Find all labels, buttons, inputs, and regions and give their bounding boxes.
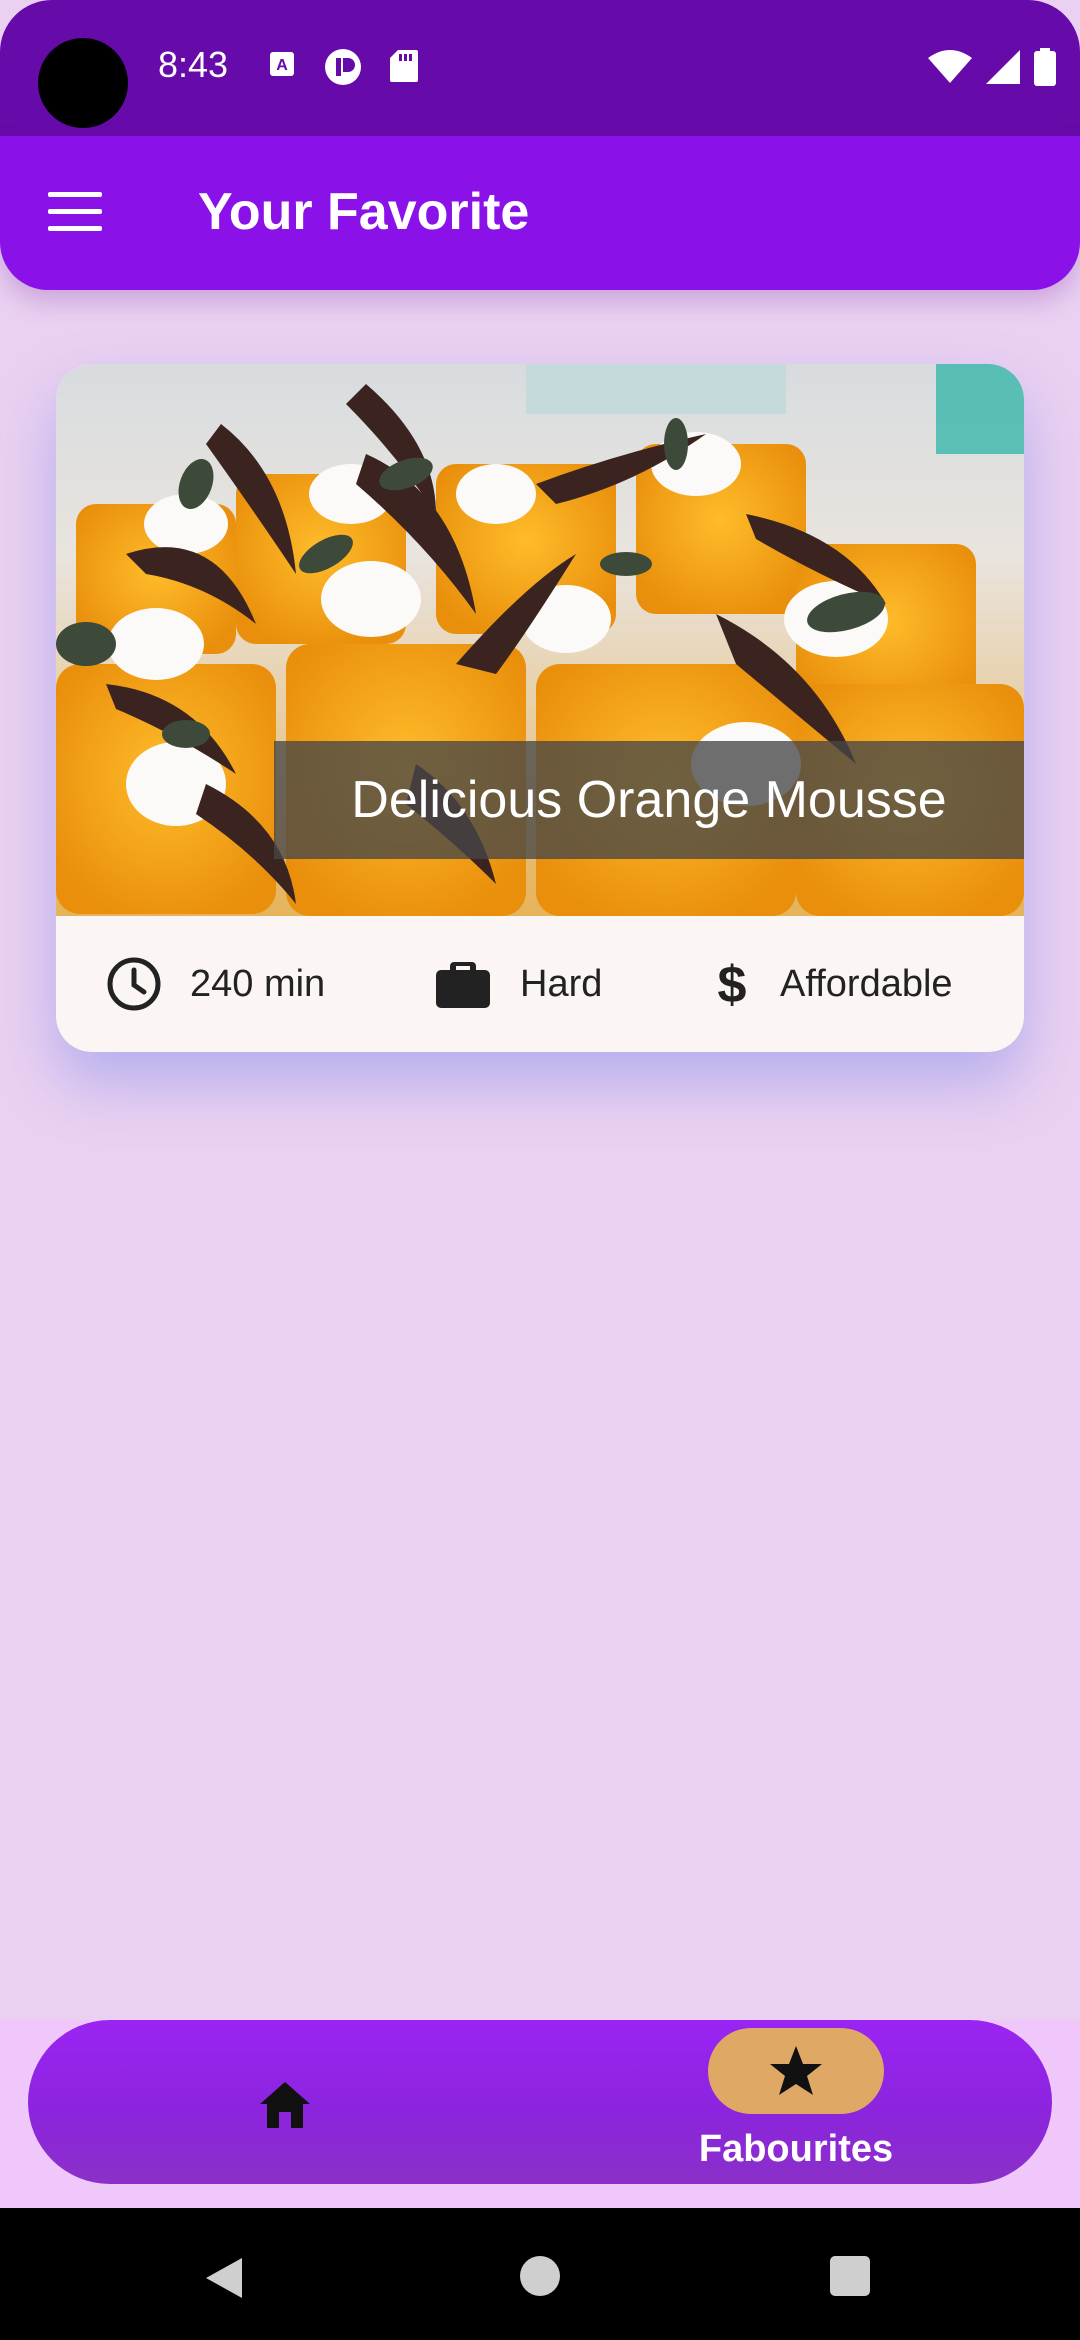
home-button[interactable] — [520, 2256, 560, 2296]
clock-icon — [107, 957, 161, 1011]
nav-favourites-button[interactable] — [708, 2028, 884, 2114]
recipe-title: Delicious Orange Mousse — [351, 771, 947, 829]
status-bar: 8:43 A — [0, 0, 1080, 136]
menu-icon[interactable] — [48, 192, 102, 234]
page-title: Your Favorite — [198, 183, 530, 241]
star-icon — [770, 2046, 822, 2095]
affordability-label: Affordable — [780, 962, 953, 1005]
recipe-title-banner: Delicious Orange Mousse — [274, 741, 1024, 859]
wifi-icon — [928, 50, 972, 83]
signal-icon — [986, 50, 1020, 84]
nav-favourites-label[interactable]: Fabourites — [676, 2128, 916, 2171]
complexity-info: Hard — [434, 958, 602, 1010]
app-bar: Your Favorite — [0, 136, 1080, 290]
app-notification-icon — [325, 49, 361, 85]
camera-cutout — [38, 38, 128, 128]
keyboard-a-icon: A — [270, 52, 294, 76]
briefcase-icon — [436, 962, 490, 1008]
battery-icon — [1034, 48, 1056, 86]
recipe-card[interactable]: Delicious Orange Mousse 240 min Hard $ A… — [56, 364, 1024, 1052]
duration-info: 240 min — [106, 956, 325, 1012]
svg-text:A: A — [276, 57, 288, 74]
status-time: 8:43 — [158, 44, 229, 85]
recipe-info-row: 240 min Hard $ Affordable — [56, 916, 1024, 1052]
home-icon[interactable] — [258, 2078, 312, 2132]
svg-text:$: $ — [718, 956, 747, 1012]
system-nav-bar — [0, 2208, 1080, 2340]
sd-card-icon — [390, 50, 418, 82]
back-icon[interactable] — [202, 2256, 246, 2300]
affordability-info: $ Affordable — [712, 956, 953, 1012]
duration-label: 240 min — [190, 962, 326, 1005]
recents-button[interactable] — [830, 2256, 870, 2296]
dollar-icon: $ — [718, 956, 747, 1012]
complexity-label: Hard — [520, 962, 603, 1005]
